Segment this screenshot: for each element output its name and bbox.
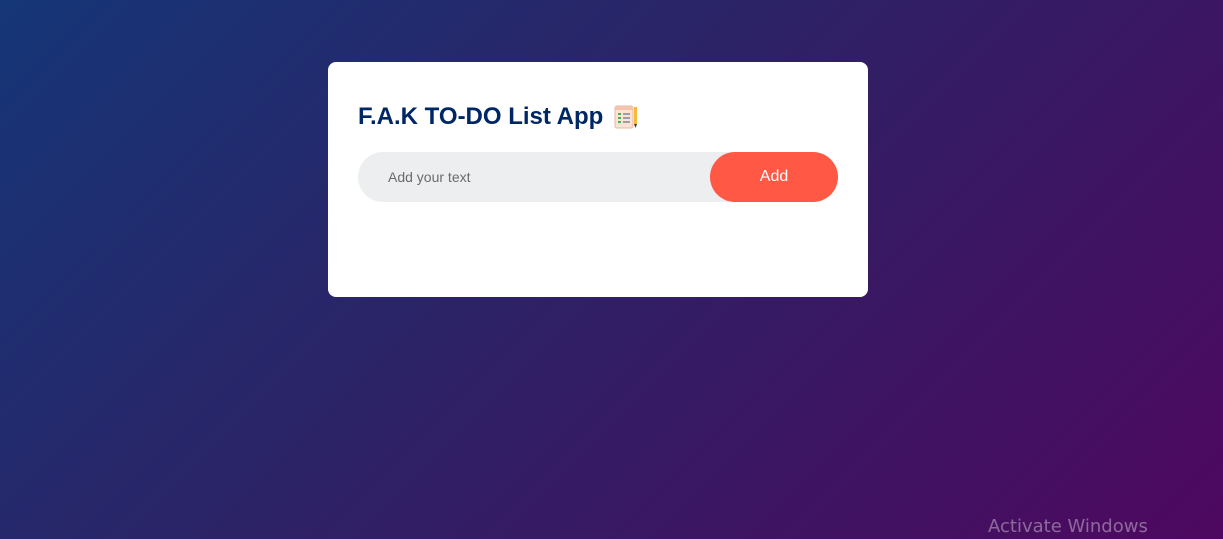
- todo-card: F.A.K TO-DO List App Add: [328, 62, 868, 297]
- input-row: Add: [358, 152, 838, 202]
- activate-windows-watermark: Activate Windows: [988, 516, 1148, 537]
- app-title: F.A.K TO-DO List App: [358, 102, 838, 132]
- task-input[interactable]: [358, 152, 710, 202]
- app-title-text: F.A.K TO-DO List App: [358, 103, 604, 130]
- checklist-notepad-icon: [613, 104, 639, 130]
- add-button[interactable]: Add: [710, 152, 838, 202]
